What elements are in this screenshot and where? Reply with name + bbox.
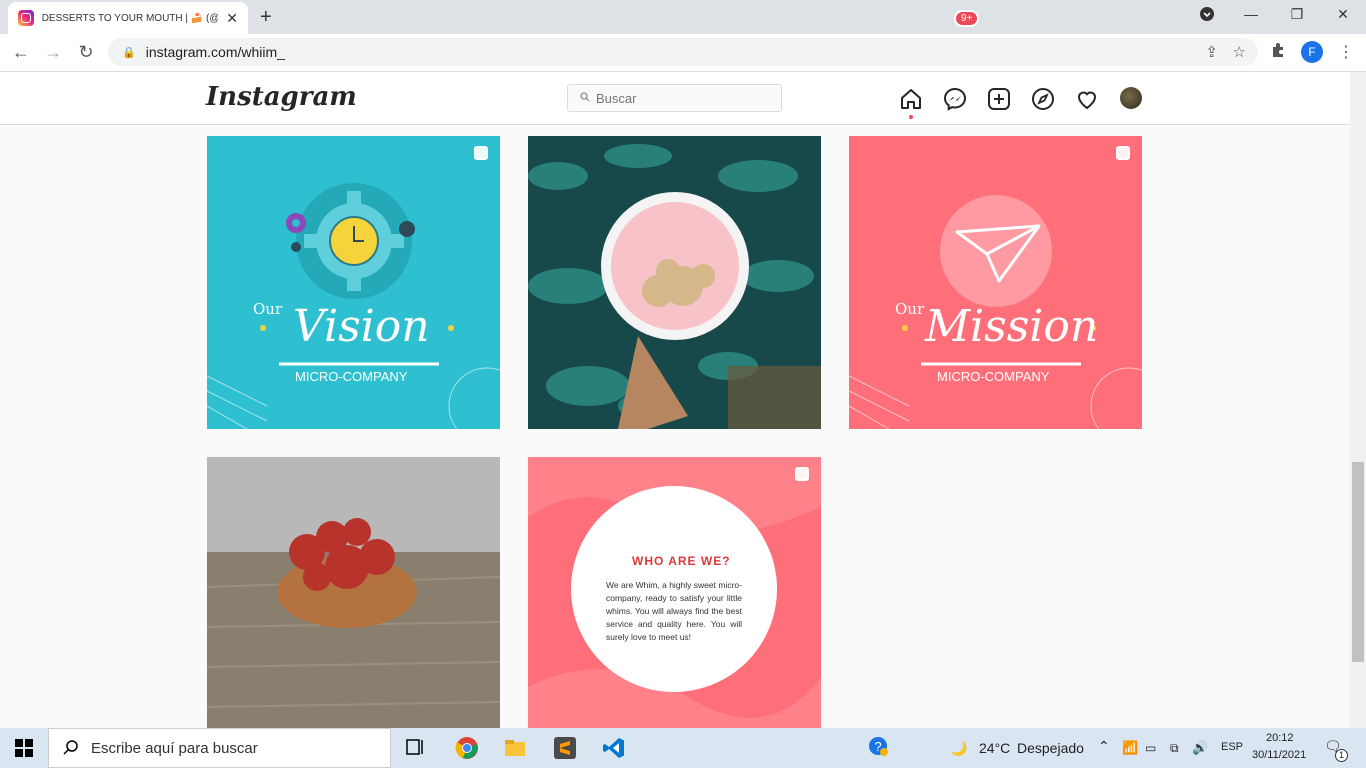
page-scrollbar[interactable] <box>1350 72 1366 728</box>
weather-moon-icon[interactable]: 🌙 <box>950 740 967 757</box>
restore-button[interactable]: ❐ <box>1287 6 1307 23</box>
notifications-badge: 1 <box>1335 749 1348 762</box>
tab-title: DESSERTS TO YOUR MOUTH | 🍰 (@whiim_) <box>41 12 219 24</box>
post-who-are-we[interactable]: WHO ARE WE? We are Whim, a highly sweet … <box>528 457 821 728</box>
multiple-images-icon <box>795 467 809 481</box>
minimize-button[interactable]: — <box>1241 6 1261 22</box>
browser-toolbar: ← → ↻ 🔒 instagram.com/whiim_ ⇪ ☆ F ⋮ <box>0 34 1366 72</box>
lock-icon: 🔒 <box>122 46 136 59</box>
taskbar-search-text: Escribe aquí para buscar <box>91 739 258 757</box>
help-icon[interactable]: ? <box>868 736 892 760</box>
post-vision-title: Vision <box>293 301 430 352</box>
search-input[interactable] <box>596 90 766 106</box>
instagram-favicon-icon <box>18 10 34 26</box>
windows-taskbar: Escribe aquí para buscar <box>0 728 1366 768</box>
messages-badge: 9+ <box>954 10 980 27</box>
scrollbar-thumb[interactable] <box>1352 462 1364 662</box>
sublime-text-icon[interactable] <box>553 736 577 760</box>
forward-button[interactable]: → <box>42 42 64 63</box>
tab-search-icon[interactable] <box>1197 6 1217 25</box>
oats-photo-graphic <box>528 136 821 429</box>
close-tab-icon[interactable]: ✕ <box>226 10 238 27</box>
weather-desc[interactable]: Despejado <box>1017 740 1084 756</box>
post-vision-subtitle: MICRO-COMPANY <box>295 369 408 384</box>
new-tab-button[interactable]: + <box>260 6 272 29</box>
post-mission-subtitle: MICRO-COMPANY <box>937 369 1050 384</box>
post-vision[interactable]: Our Vision MICRO-COMPANY <box>207 136 500 429</box>
file-explorer-icon[interactable] <box>503 736 527 760</box>
active-indicator <box>909 115 913 119</box>
post-mission[interactable]: Our Mission MICRO-COMPANY <box>849 136 1142 429</box>
multiple-images-icon <box>1116 146 1130 160</box>
menu-dots-icon[interactable]: ⋮ <box>1338 42 1354 62</box>
meet-now-icon[interactable]: ⧉ <box>1170 741 1179 756</box>
messenger-icon[interactable] <box>942 86 968 112</box>
explore-icon[interactable] <box>1030 86 1056 112</box>
windows-start-button[interactable] <box>0 728 48 768</box>
mission-graphic <box>849 195 1142 429</box>
search-icon <box>580 91 590 105</box>
activity-heart-icon[interactable] <box>1074 86 1100 112</box>
network-icon[interactable]: 📶 <box>1122 740 1138 756</box>
multiple-images-icon <box>474 146 488 160</box>
post-strawberries-photo[interactable] <box>207 457 500 728</box>
post-mission-small-text: Our <box>895 300 925 318</box>
profile-avatar-icon[interactable] <box>1120 87 1142 109</box>
search-icon <box>63 740 78 755</box>
chrome-app-icon[interactable] <box>455 736 479 760</box>
clock-time[interactable]: 20:12 <box>1266 732 1294 744</box>
url-text: instagram.com/whiim_ <box>145 44 285 60</box>
instagram-header: Instagram <box>0 72 1350 125</box>
instagram-logo[interactable]: Instagram <box>206 82 357 112</box>
profile-avatar[interactable]: F <box>1301 41 1323 63</box>
new-post-icon[interactable] <box>986 86 1012 112</box>
post-oats-photo[interactable] <box>528 136 821 429</box>
reload-button[interactable]: ↻ <box>75 42 97 63</box>
clock-date[interactable]: 30/11/2021 <box>1252 749 1306 761</box>
battery-icon[interactable]: ▭ <box>1145 741 1156 755</box>
home-icon[interactable] <box>898 86 924 112</box>
share-icon[interactable]: ⇪ <box>1205 43 1218 61</box>
address-bar[interactable]: 🔒 instagram.com/whiim_ ⇪ ☆ <box>108 38 1258 66</box>
volume-icon[interactable]: 🔊 <box>1192 740 1208 756</box>
close-window-button[interactable]: ✕ <box>1333 6 1353 23</box>
vscode-icon[interactable] <box>602 736 626 760</box>
search-box[interactable] <box>567 84 782 112</box>
post-who-title: WHO ARE WE? <box>632 554 731 568</box>
back-button[interactable]: ← <box>10 42 32 63</box>
weather-temp[interactable]: 24°C <box>979 740 1010 756</box>
browser-tabbar: DESSERTS TO YOUR MOUTH | 🍰 (@whiim_) ✕ +… <box>0 0 1366 34</box>
post-who-body: We are Whim, a highly sweet micro-compan… <box>606 580 742 642</box>
bookmark-star-icon[interactable]: ☆ <box>1233 43 1246 61</box>
post-mission-title: Mission <box>925 301 1099 352</box>
language-indicator[interactable]: ESP <box>1221 741 1243 753</box>
post-vision-small-text: Our <box>253 300 283 318</box>
task-view-icon[interactable] <box>405 736 429 760</box>
browser-tab[interactable]: DESSERTS TO YOUR MOUTH | 🍰 (@whiim_) ✕ <box>8 2 248 34</box>
strawberries-photo-graphic <box>207 457 500 728</box>
vision-graphic <box>207 183 500 429</box>
extensions-icon[interactable] <box>1270 42 1286 63</box>
taskbar-search-box[interactable]: Escribe aquí para buscar <box>48 728 391 768</box>
tray-chevron-up-icon[interactable]: ⌃ <box>1098 738 1110 755</box>
